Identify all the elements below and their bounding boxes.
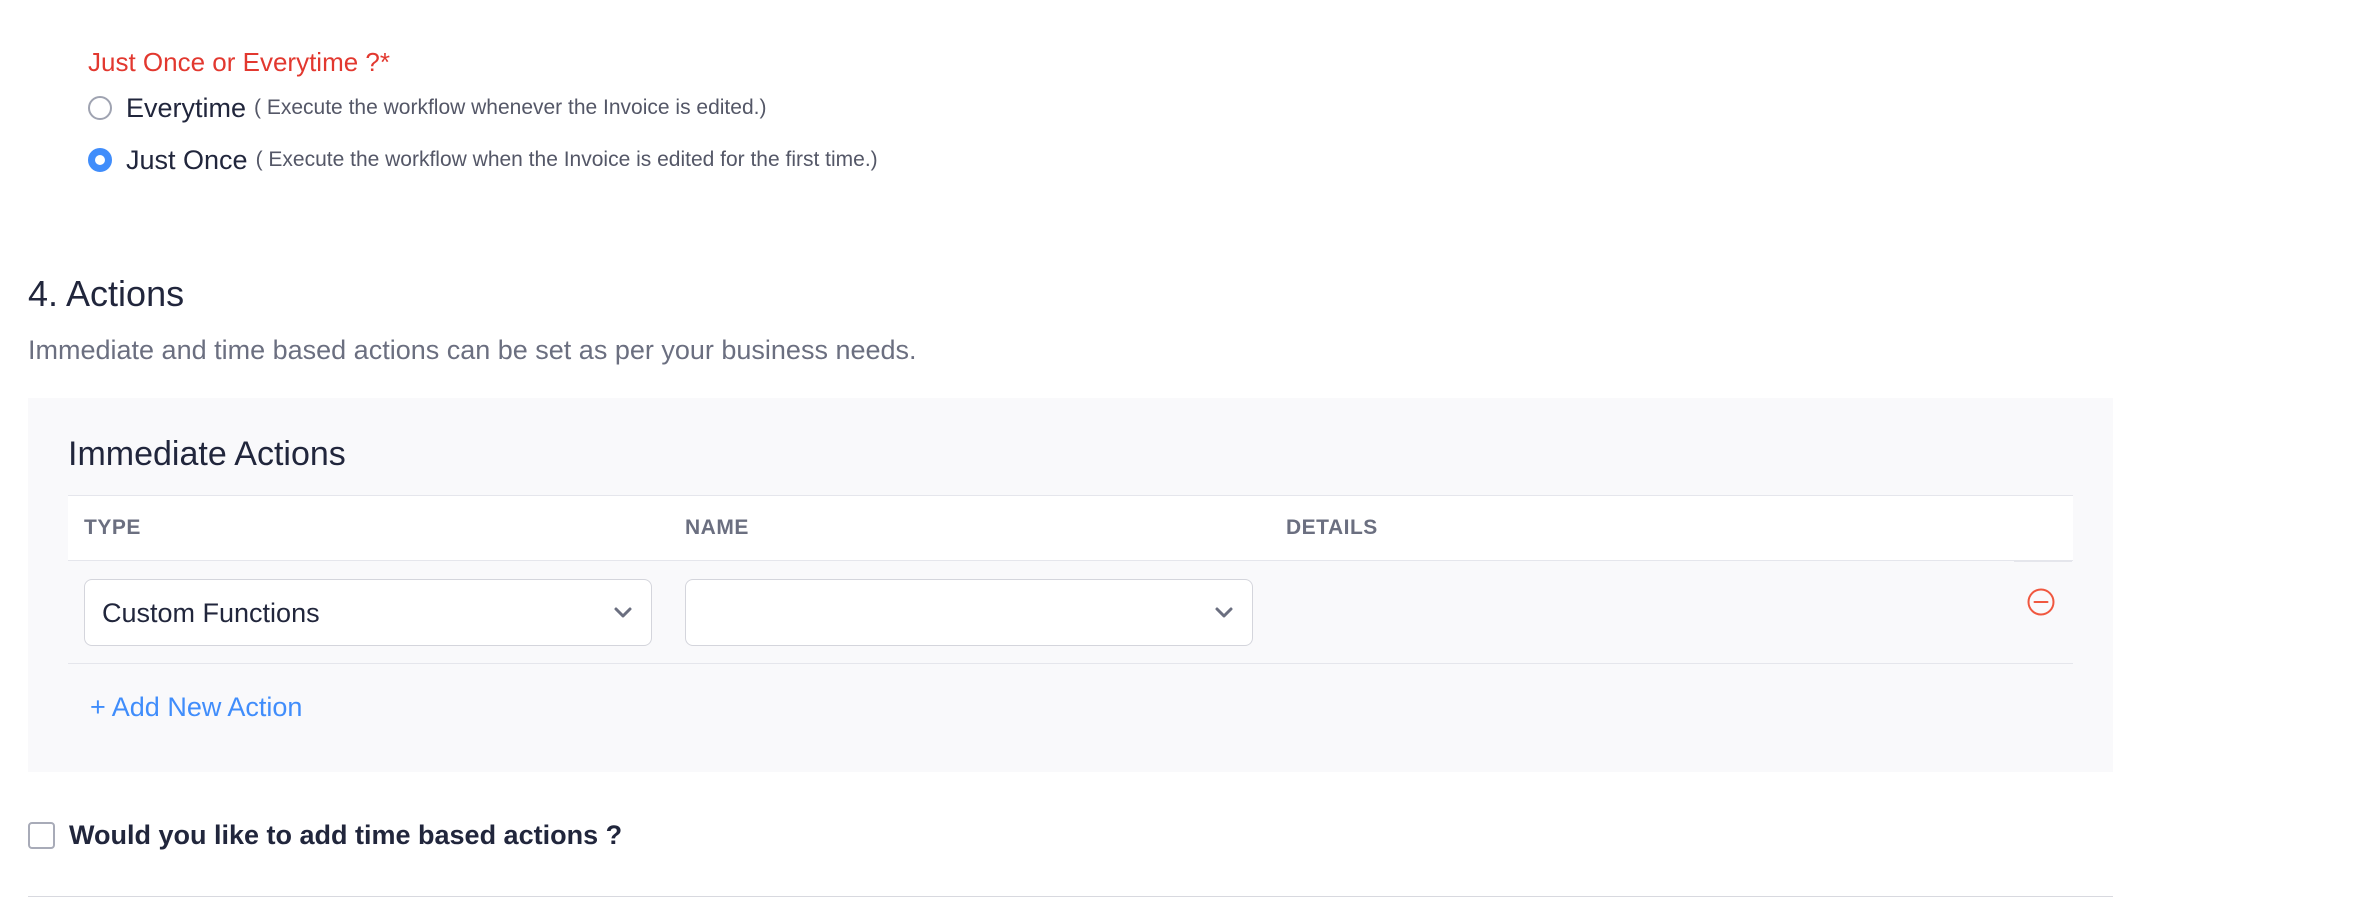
table-row: Custom Functions [68, 561, 2073, 664]
immediate-actions-title: Immediate Actions [68, 435, 346, 473]
add-new-action-link[interactable]: + Add New Action [90, 692, 302, 723]
section-divider [28, 896, 2113, 897]
table-header: TYPE NAME DETAILS [68, 495, 2073, 561]
immediate-actions-panel: Immediate Actions TYPE NAME DETAILS Cust… [28, 398, 2113, 772]
action-type-select[interactable]: Custom Functions [84, 579, 652, 646]
workflow-page: Just Once or Everytime ?* Everytime ( Ex… [0, 0, 2358, 908]
radio-option-just-once[interactable]: Just Once ( Execute the workflow when th… [88, 140, 878, 180]
just-once-hint: ( Execute the workflow when the Invoice … [255, 148, 878, 171]
frequency-label: Just Once or Everytime ?* [88, 47, 390, 77]
actions-heading: 4. Actions [28, 273, 185, 314]
column-header-details: DETAILS [1286, 516, 1378, 539]
action-name-select[interactable] [685, 579, 1253, 646]
action-type-value: Custom Functions [102, 598, 320, 628]
minus-circle-icon[interactable] [2026, 587, 2056, 617]
actions-table: TYPE NAME DETAILS Custom Functions + Add… [68, 495, 2073, 744]
actions-description: Immediate and time based actions can be … [28, 335, 917, 365]
column-header-name: NAME [685, 516, 749, 539]
everytime-title: Everytime [126, 92, 247, 123]
chevron-down-icon [1215, 607, 1233, 618]
everytime-radio[interactable] [88, 96, 112, 120]
add-action-row: + Add New Action [68, 664, 2073, 744]
just-once-radio[interactable] [88, 148, 112, 172]
time-based-checkbox[interactable] [28, 822, 55, 849]
time-based-actions-row[interactable]: Would you like to add time based actions… [28, 820, 622, 851]
remove-column-divider [2014, 561, 2072, 562]
column-header-type: TYPE [84, 516, 141, 539]
time-based-label: Would you like to add time based actions… [69, 820, 623, 850]
frequency-section: Just Once or Everytime ?* Everytime ( Ex… [88, 44, 878, 180]
everytime-hint: ( Execute the workflow whenever the Invo… [254, 96, 767, 119]
just-once-title: Just Once [126, 144, 248, 175]
chevron-down-icon [614, 607, 632, 618]
radio-option-everytime[interactable]: Everytime ( Execute the workflow wheneve… [88, 88, 878, 128]
